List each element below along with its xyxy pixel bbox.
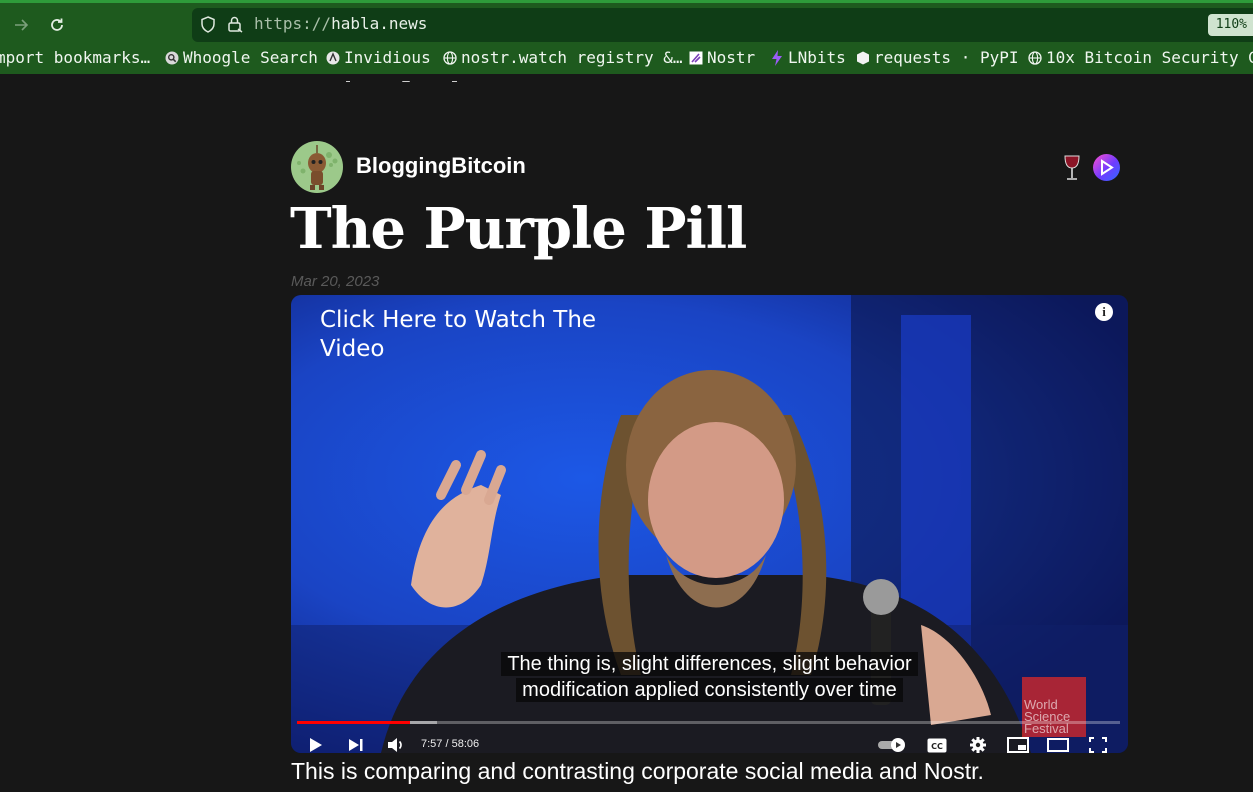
lock-icon[interactable]: [226, 15, 244, 33]
fullscreen-icon: [1089, 737, 1107, 753]
volume-icon: [388, 738, 402, 752]
bookmark-label: Invidious: [344, 48, 431, 67]
fullscreen-button[interactable]: [1088, 735, 1108, 753]
channel-watermark: World Science Festival: [1022, 677, 1086, 737]
search-icon: [165, 51, 179, 65]
play-button[interactable]: [307, 735, 325, 753]
lightning-icon: [770, 49, 784, 66]
bookmark-requests-pypi[interactable]: requests · PyPI: [856, 48, 1019, 67]
author-avatar[interactable]: [291, 141, 343, 193]
closed-captions-icon: CC: [927, 738, 947, 752]
globe-icon: [1028, 50, 1042, 65]
author-name[interactable]: BloggingBitcoin: [356, 153, 526, 179]
bookmark-label: nostr.watch registry &…: [461, 48, 683, 67]
caption-line-2: modification applied consistently over t…: [291, 678, 1128, 702]
skip-next-icon: [349, 739, 363, 751]
bookmarks-toolbar: mport bookmarks… Whoogle Search Invidiou…: [0, 44, 1253, 74]
info-icon[interactable]: i: [1095, 303, 1113, 321]
article-date: Mar 20, 2023: [291, 273, 380, 290]
autoplay-toggle[interactable]: [877, 735, 909, 753]
settings-button[interactable]: [968, 735, 988, 753]
reload-icon: [51, 18, 63, 31]
reload-button[interactable]: [43, 11, 71, 39]
wine-glass-icon[interactable]: [1060, 154, 1084, 182]
zoom-level-badge[interactable]: 110%: [1207, 14, 1253, 36]
bookmark-label: Whoogle Search: [183, 48, 318, 67]
zap-client-icon[interactable]: [1093, 154, 1120, 181]
article-title: The Purple Pill: [290, 196, 747, 262]
address-bar[interactable]: https://habla.news 110%: [192, 8, 1253, 42]
bookmark-10x-bitcoin-security[interactable]: 10x Bitcoin Security G: [1028, 48, 1253, 67]
theater-mode-button[interactable]: [1047, 735, 1069, 753]
package-icon: [856, 51, 870, 65]
gear-icon: [970, 737, 986, 753]
bookmark-label: 10x Bitcoin Security G: [1046, 48, 1253, 67]
miniplayer-button[interactable]: [1007, 735, 1029, 753]
play-icon: [310, 738, 322, 752]
watch-video-link[interactable]: Click Here to Watch The Video: [320, 306, 620, 364]
next-button[interactable]: [347, 735, 365, 753]
globe-icon: [443, 50, 457, 65]
bookmark-invidious[interactable]: Invidious: [326, 48, 431, 67]
article-body-text: This is comparing and contrasting corpor…: [291, 758, 984, 784]
browser-toolbar: https://habla.news 110%: [0, 0, 1253, 44]
shield-icon[interactable]: [200, 16, 216, 33]
arrow-right-icon: [15, 19, 29, 31]
nostr-icon: [689, 51, 703, 65]
bookmark-nostr[interactable]: Nostr: [689, 48, 755, 67]
svg-text:CC: CC: [931, 742, 943, 751]
autoplay-toggle-icon: [878, 738, 905, 752]
bookmark-import[interactable]: mport bookmarks…: [0, 48, 150, 67]
progress-bar[interactable]: [297, 721, 1120, 724]
scrolled-header-remnant: [330, 74, 470, 82]
url-text[interactable]: https://habla.news: [254, 14, 427, 33]
forward-button[interactable]: [7, 11, 35, 39]
miniplayer-icon: [1007, 737, 1029, 753]
bookmark-lnbits[interactable]: LNbits: [770, 48, 846, 67]
theater-mode-icon: [1047, 738, 1069, 752]
bookmark-label: Nostr: [707, 48, 756, 67]
bookmark-label: requests · PyPI: [874, 48, 1019, 67]
bookmark-label: LNbits: [788, 48, 846, 67]
invidious-icon: [326, 51, 340, 65]
time-display: 7:57 / 58:06: [421, 738, 480, 750]
video-player[interactable]: Click Here to Watch The Video i The thin…: [291, 295, 1128, 753]
subtitles-button[interactable]: CC: [927, 735, 947, 753]
progress-played: [297, 721, 410, 724]
caption-line-1: The thing is, slight differences, slight…: [291, 652, 1128, 676]
bookmark-whoogle[interactable]: Whoogle Search: [165, 48, 318, 67]
volume-button[interactable]: [386, 735, 406, 753]
bookmark-label: mport bookmarks…: [0, 48, 151, 67]
bookmark-nostr-watch[interactable]: nostr.watch registry &…: [443, 48, 683, 67]
